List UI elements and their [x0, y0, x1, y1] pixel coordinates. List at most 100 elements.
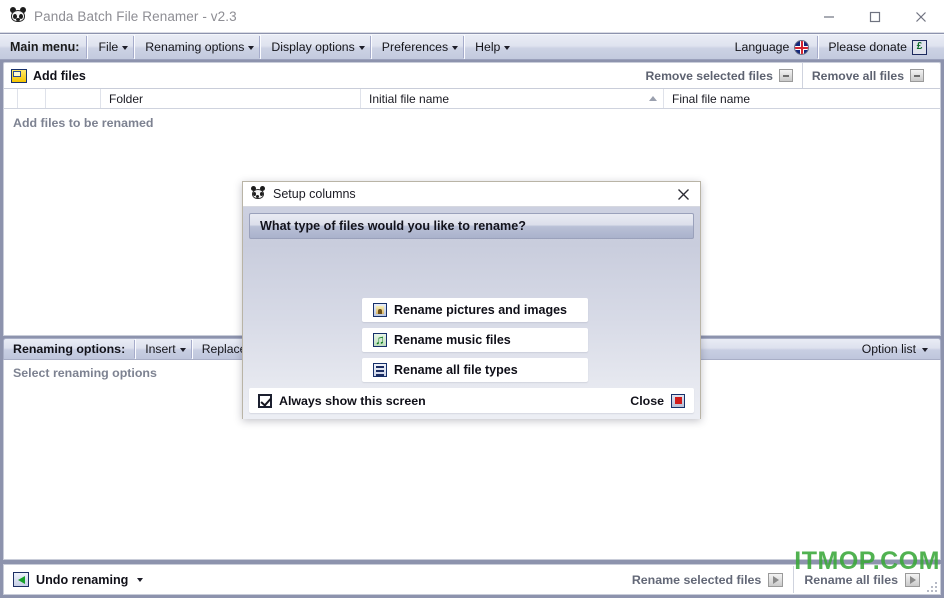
always-show-this-screen-checkbox[interactable]: Always show this screen — [258, 393, 426, 408]
column-header-blank-2[interactable] — [46, 89, 101, 108]
menu-bar-right-group: Language Please donate £ — [726, 34, 944, 60]
remove-selected-files-button[interactable]: Remove selected files — [637, 63, 802, 88]
menu-item-display-options-label: Display options — [271, 40, 355, 54]
column-header-final-file-name[interactable]: Final file name — [664, 89, 940, 108]
rename-all-file-types-button[interactable]: Rename all file types — [362, 358, 588, 382]
play-icon — [768, 572, 784, 587]
menu-item-preferences[interactable]: Preferences — [370, 35, 464, 59]
rename-all-file-types-label: Rename all file types — [394, 363, 518, 377]
dialog-title-bar: Setup columns — [243, 182, 700, 207]
play-icon — [905, 572, 920, 587]
picture-icon — [373, 303, 387, 317]
always-show-this-screen-label: Always show this screen — [279, 393, 426, 408]
language-label: Language — [734, 40, 790, 54]
minus-icon — [910, 69, 924, 82]
option-list-group: Option list — [853, 339, 940, 359]
resize-grip[interactable] — [925, 580, 937, 592]
renaming-options-empty-text: Select renaming options — [13, 366, 157, 380]
application-window: Panda Batch File Renamer - v2.3 Main men… — [0, 0, 944, 598]
rename-pictures-and-images-label: Rename pictures and images — [394, 303, 567, 317]
rename-selected-files-button[interactable]: Rename selected files — [622, 566, 793, 593]
file-list-column-header: Folder Initial file name Final file name — [3, 89, 941, 109]
dialog-close-button-label: Close — [630, 393, 664, 408]
menu-item-display-options[interactable]: Display options — [260, 35, 370, 59]
dialog-title: Setup columns — [273, 187, 356, 201]
renaming-options-label: Renaming options: — [13, 342, 126, 356]
column-header-initial-file-name-label: Initial file name — [369, 91, 450, 106]
dialog-body: What type of files would you like to ren… — [243, 207, 700, 419]
rename-music-files-button[interactable]: Rename music files — [362, 328, 588, 352]
maximize-icon[interactable] — [852, 0, 898, 33]
menu-item-preferences-label: Preferences — [381, 40, 449, 54]
pound-currency-icon: £ — [912, 39, 927, 55]
option-list-button[interactable]: Option list — [853, 339, 930, 359]
menu-item-renaming-options-label: Renaming options — [145, 40, 245, 54]
menu-item-file[interactable]: File — [87, 35, 134, 59]
dialog-close-icon[interactable] — [666, 182, 700, 207]
chevron-down-icon — [137, 577, 144, 582]
window-title: Panda Batch File Renamer - v2.3 — [34, 8, 237, 24]
setup-columns-dialog: Setup columns What type of files would y… — [242, 181, 701, 419]
remove-all-files-label: Remove all files — [811, 68, 904, 83]
rename-selected-files-label: Rename selected files — [631, 572, 762, 587]
title-bar: Panda Batch File Renamer - v2.3 — [0, 0, 944, 33]
donate-label: Please donate — [828, 40, 907, 54]
remove-all-files-button[interactable]: Remove all files — [801, 63, 933, 88]
panda-icon — [9, 7, 27, 25]
add-files-bar: Add files Remove selected files Remove a… — [3, 62, 941, 89]
rename-all-files-label: Rename all files — [804, 572, 898, 587]
remove-buttons-group: Remove selected files Remove all files — [637, 62, 941, 89]
rename-buttons-group: Rename selected files Rename all files — [622, 564, 940, 595]
add-files-label: Add files — [33, 68, 86, 83]
window-controls — [806, 0, 944, 33]
option-list-label: Option list — [861, 342, 916, 356]
chevron-down-icon — [358, 46, 365, 50]
menu-item-renaming-options[interactable]: Renaming options — [134, 35, 260, 59]
file-list-empty-text: Add files to be renamed — [13, 116, 154, 130]
music-note-icon — [373, 333, 387, 347]
chevron-down-icon — [179, 348, 186, 352]
checkbox-checked-icon — [258, 393, 272, 408]
column-header-initial-file-name[interactable]: Initial file name — [361, 89, 664, 108]
red-square-icon — [671, 393, 685, 408]
add-files-button[interactable]: Add files — [4, 68, 86, 83]
rename-pictures-and-images-button[interactable]: Rename pictures and images — [362, 298, 588, 322]
sort-ascending-icon — [649, 96, 657, 101]
minimize-icon[interactable] — [806, 0, 852, 33]
chevron-down-icon — [122, 46, 129, 50]
chevron-down-icon — [922, 348, 928, 352]
panda-icon — [250, 186, 266, 202]
main-menu-bar: Main menu: File Renaming options Display… — [0, 34, 944, 60]
undo-arrow-icon — [13, 572, 29, 587]
dialog-question: What type of files would you like to ren… — [249, 213, 694, 239]
menu-item-file-label: File — [98, 40, 119, 54]
dialog-choice-list: Rename pictures and images Rename music … — [362, 298, 588, 382]
renaming-option-replace-label: Replace — [201, 342, 247, 356]
chevron-down-icon — [452, 46, 459, 50]
dialog-footer: Always show this screen Close — [249, 388, 694, 413]
rename-all-files-button[interactable]: Rename all files — [793, 566, 930, 593]
main-menu-label: Main menu: — [10, 40, 80, 54]
renaming-option-insert[interactable]: Insert — [135, 339, 191, 359]
uk-flag-icon — [794, 39, 810, 55]
dialog-close-button[interactable]: Close — [630, 393, 685, 408]
rename-music-files-label: Rename music files — [394, 333, 511, 347]
close-icon[interactable] — [898, 0, 944, 33]
donate-button[interactable]: Please donate £ — [818, 35, 936, 59]
renaming-option-insert-label: Insert — [145, 342, 176, 356]
folder-icon — [11, 68, 27, 83]
column-header-spacer-0[interactable] — [4, 89, 18, 108]
language-button[interactable]: Language — [726, 35, 819, 59]
undo-renaming-label: Undo renaming — [36, 572, 129, 587]
bottom-action-bar: Undo renaming Rename selected files Rena… — [3, 564, 941, 595]
chevron-down-icon — [504, 46, 511, 50]
remove-selected-files-label: Remove selected files — [645, 68, 773, 83]
undo-renaming-button[interactable]: Undo renaming — [4, 565, 157, 594]
column-header-folder[interactable]: Folder — [101, 89, 361, 108]
menu-item-help-label: Help — [475, 40, 501, 54]
column-header-blank-1[interactable] — [18, 89, 46, 108]
chevron-down-icon — [248, 46, 255, 50]
minus-icon — [778, 69, 793, 82]
file-list-icon — [373, 363, 387, 377]
menu-item-help[interactable]: Help — [464, 35, 516, 59]
